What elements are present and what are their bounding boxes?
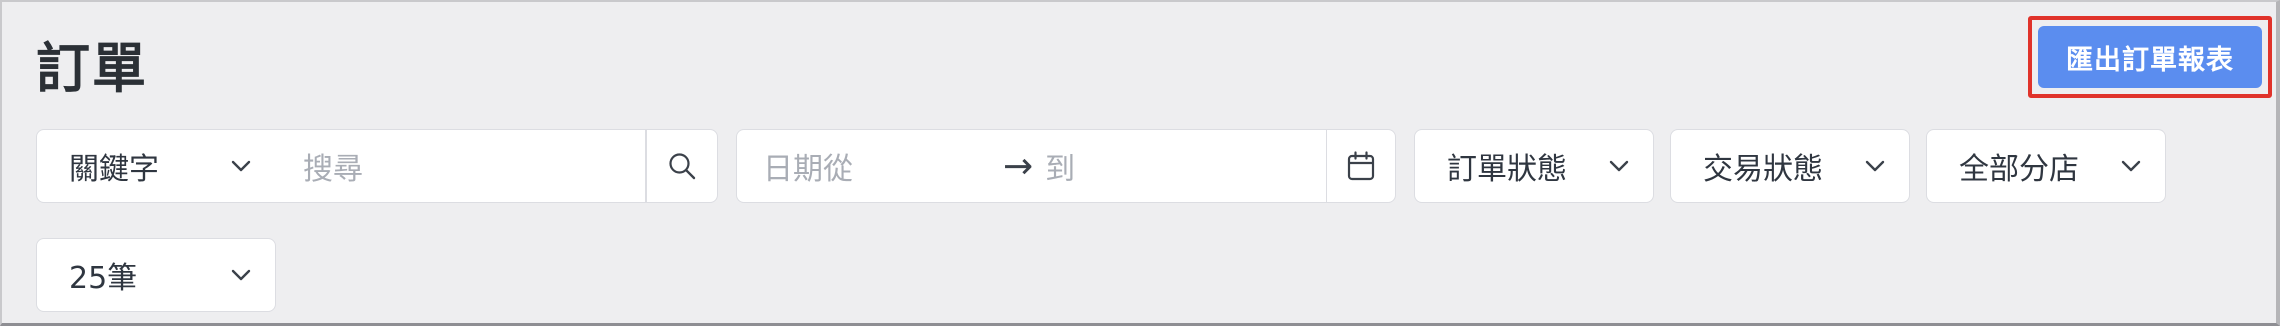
date-from-placeholder: 日期從 (763, 152, 853, 187)
orders-page: 訂單 匯出訂單報表 關鍵字 搜尋 日期從 → 到 訂單狀態 交易狀態 全部分店 … (0, 0, 2280, 326)
keyword-select[interactable]: 關鍵字 (36, 129, 276, 203)
branch-select[interactable]: 全部分店 (1926, 129, 2166, 203)
calendar-icon (1347, 151, 1375, 181)
search-placeholder: 搜尋 (303, 152, 363, 187)
page-size-select[interactable]: 25筆 (36, 238, 276, 312)
branch-label: 全部分店 (1959, 152, 2079, 187)
page-size-label: 25筆 (69, 261, 138, 296)
export-orders-button[interactable]: 匯出訂單報表 (2038, 26, 2262, 88)
calendar-button[interactable] (1326, 129, 1396, 203)
search-icon (667, 151, 697, 181)
chevron-down-icon (1865, 160, 1885, 172)
page-title: 訂單 (36, 37, 148, 100)
arrow-right-icon: → (1003, 145, 1034, 187)
date-to-placeholder: 到 (1045, 152, 1076, 187)
date-range-input[interactable]: 日期從 → 到 (736, 129, 1326, 203)
transaction-status-select[interactable]: 交易狀態 (1670, 129, 1910, 203)
keyword-select-label: 關鍵字 (69, 152, 159, 187)
search-input[interactable]: 搜尋 (275, 129, 646, 203)
order-status-label: 訂單狀態 (1447, 152, 1567, 187)
chevron-down-icon (1609, 160, 1629, 172)
order-status-select[interactable]: 訂單狀態 (1414, 129, 1654, 203)
search-button[interactable] (646, 129, 718, 203)
chevron-down-icon (231, 269, 251, 281)
chevron-down-icon (231, 160, 251, 172)
transaction-status-label: 交易狀態 (1703, 152, 1823, 187)
chevron-down-icon (2121, 160, 2141, 172)
export-highlight: 匯出訂單報表 (2028, 16, 2272, 98)
